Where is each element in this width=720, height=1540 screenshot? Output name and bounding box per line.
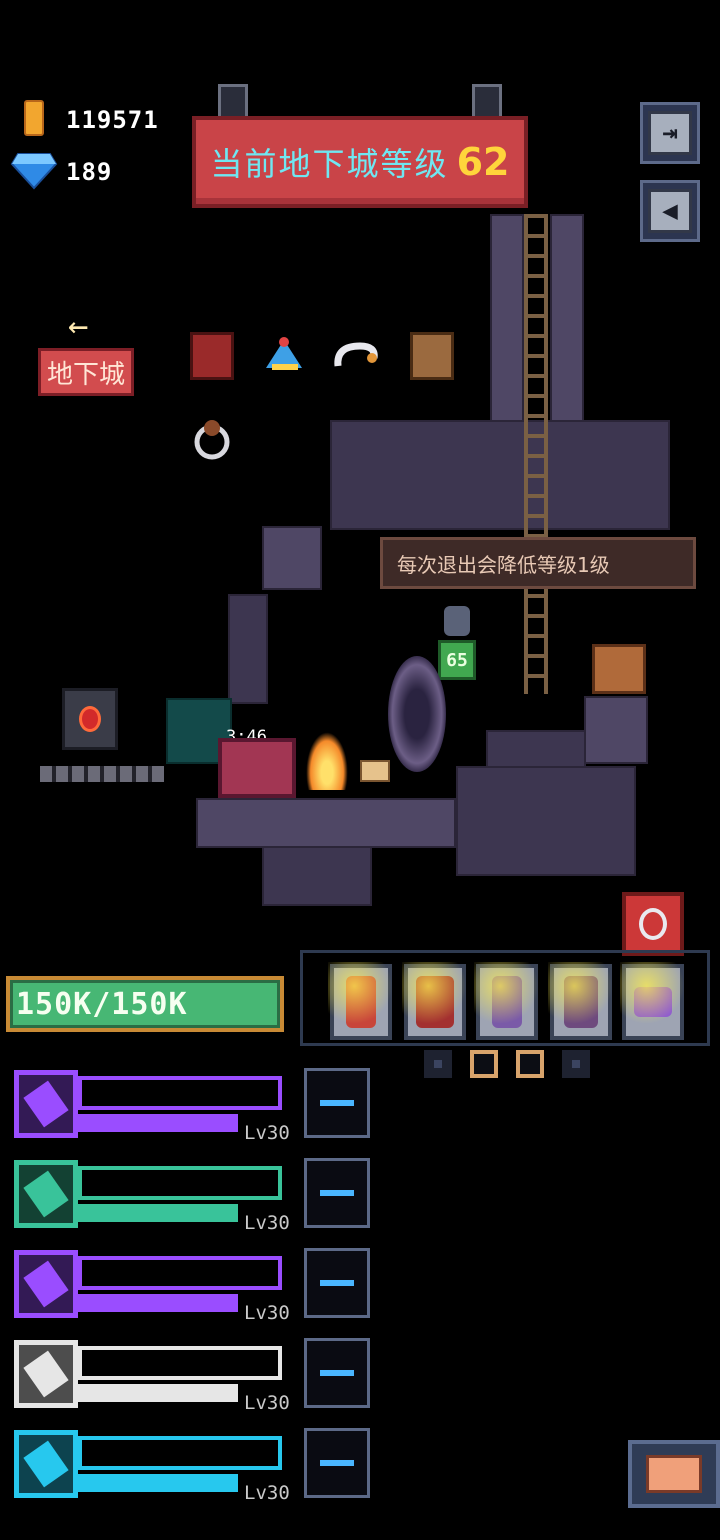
arrows-icon xyxy=(23,1080,69,1128)
rock-column xyxy=(550,214,584,434)
equipment-page-dot[interactable] xyxy=(516,1050,544,1078)
ring-button[interactable] xyxy=(622,892,684,956)
skill-progress-bar xyxy=(78,1256,282,1290)
shrine[interactable] xyxy=(62,688,118,750)
bridge xyxy=(40,766,164,782)
speaker-icon: ◀ xyxy=(648,189,692,233)
skill-progress-bar xyxy=(78,1346,282,1380)
campfire-icon xyxy=(306,732,348,790)
skill-icon-button[interactable] xyxy=(14,1430,78,1498)
skill-slot[interactable] xyxy=(304,1338,370,1408)
gold-amount: 119571 xyxy=(66,106,159,134)
bow-icon xyxy=(492,976,522,1028)
empty-slot-dash xyxy=(320,1280,354,1286)
rock-floor xyxy=(456,766,636,876)
exit-warning-tooltip: 每次退出会降低等级1级 xyxy=(380,537,696,589)
skill-progress-bar xyxy=(78,1166,282,1200)
skill-slot[interactable] xyxy=(304,1428,370,1498)
enemy-level-badge: 65 xyxy=(438,640,476,680)
dungeon-button[interactable]: 地下城 xyxy=(38,348,134,396)
inventory-chest-button[interactable] xyxy=(628,1440,720,1508)
empty-slot-dash xyxy=(320,1190,354,1196)
skill-progress-fill xyxy=(78,1294,238,1312)
horn-icon[interactable] xyxy=(332,336,378,384)
rock-column xyxy=(490,214,524,434)
skill-slot[interactable] xyxy=(304,1158,370,1228)
portal[interactable] xyxy=(388,656,446,772)
ring-icon xyxy=(639,908,667,940)
equipment-slot-axe[interactable] xyxy=(402,962,468,1042)
ladder xyxy=(524,214,548,694)
skill-level: Lv30 xyxy=(244,1482,290,1504)
skill-progress-fill xyxy=(78,1384,238,1402)
chest-icon xyxy=(646,1455,702,1493)
rock-block xyxy=(584,696,648,764)
equipment-page-dot[interactable] xyxy=(424,1050,452,1078)
hp-bar: 150K/150K xyxy=(6,976,284,1032)
skill-icon-button[interactable] xyxy=(14,1160,78,1228)
ring-item-icon[interactable] xyxy=(190,414,234,462)
hammer-icon xyxy=(634,987,672,1017)
rock-floor xyxy=(262,846,372,906)
exit-button[interactable]: ⇥ xyxy=(640,102,700,164)
spellbook-green-icon[interactable] xyxy=(190,332,234,380)
skill-progress-bar xyxy=(78,1436,282,1470)
skill-level: Lv30 xyxy=(244,1392,290,1414)
equipment-page-dot[interactable] xyxy=(562,1050,590,1078)
mace-icon xyxy=(23,1440,69,1488)
banner-title: 当前地下城等级 xyxy=(210,145,449,183)
rock-block xyxy=(486,730,586,770)
empty-slot-dash xyxy=(320,1460,354,1466)
skill-progress-bar xyxy=(78,1076,282,1110)
equipment-slot-hammer[interactable] xyxy=(620,962,686,1042)
sound-button[interactable]: ◀ xyxy=(640,180,700,242)
empty-slot-dash xyxy=(320,1370,354,1376)
skill-level: Lv30 xyxy=(244,1122,290,1144)
gold-coin-icon xyxy=(24,100,44,136)
skill-icon-button[interactable] xyxy=(14,1250,78,1318)
crystal-icon xyxy=(23,1350,69,1398)
skill-level: Lv30 xyxy=(244,1302,290,1324)
rock-block xyxy=(228,594,268,704)
skill-progress-fill xyxy=(78,1114,238,1132)
dungeon-level-banner: 当前地下城等级 62 xyxy=(192,116,528,208)
rock-block xyxy=(262,526,322,590)
branch-icon xyxy=(23,1170,69,1218)
skill-slot[interactable] xyxy=(304,1248,370,1318)
skill-icon-button[interactable] xyxy=(14,1340,78,1408)
skill-slot[interactable] xyxy=(304,1068,370,1138)
banner-level: 62 xyxy=(456,140,510,184)
treasure-chest-right[interactable] xyxy=(592,644,646,694)
equipment-slot-shield[interactable] xyxy=(548,962,614,1042)
axe-icon xyxy=(416,976,454,1028)
eye-icon xyxy=(79,706,101,732)
diamond-icon xyxy=(10,153,58,190)
rock-wall xyxy=(330,420,670,530)
rock-floor xyxy=(196,798,456,848)
shield-icon xyxy=(564,976,598,1028)
bow-icon xyxy=(346,976,376,1028)
spellbook-blue-icon[interactable] xyxy=(410,332,454,380)
signpost[interactable] xyxy=(360,760,390,782)
equipment-slot-bow-2[interactable] xyxy=(474,962,540,1042)
skill-progress-fill xyxy=(78,1474,238,1492)
gem-amount: 189 xyxy=(66,158,113,186)
jester-hat-icon[interactable] xyxy=(262,334,306,382)
skill-icon-button[interactable] xyxy=(14,1070,78,1138)
arrows-icon xyxy=(23,1260,69,1308)
back-arrow-icon[interactable]: ← xyxy=(68,306,88,346)
exit-icon: ⇥ xyxy=(648,111,692,155)
equipment-slot-bow[interactable] xyxy=(328,962,394,1042)
skill-progress-fill xyxy=(78,1204,238,1222)
empty-slot-dash xyxy=(320,1100,354,1106)
cat-enemy-icon[interactable] xyxy=(444,606,470,636)
equipment-page-dot[interactable] xyxy=(470,1050,498,1078)
treasure-chest[interactable] xyxy=(218,738,296,798)
skill-level: Lv30 xyxy=(244,1212,290,1234)
